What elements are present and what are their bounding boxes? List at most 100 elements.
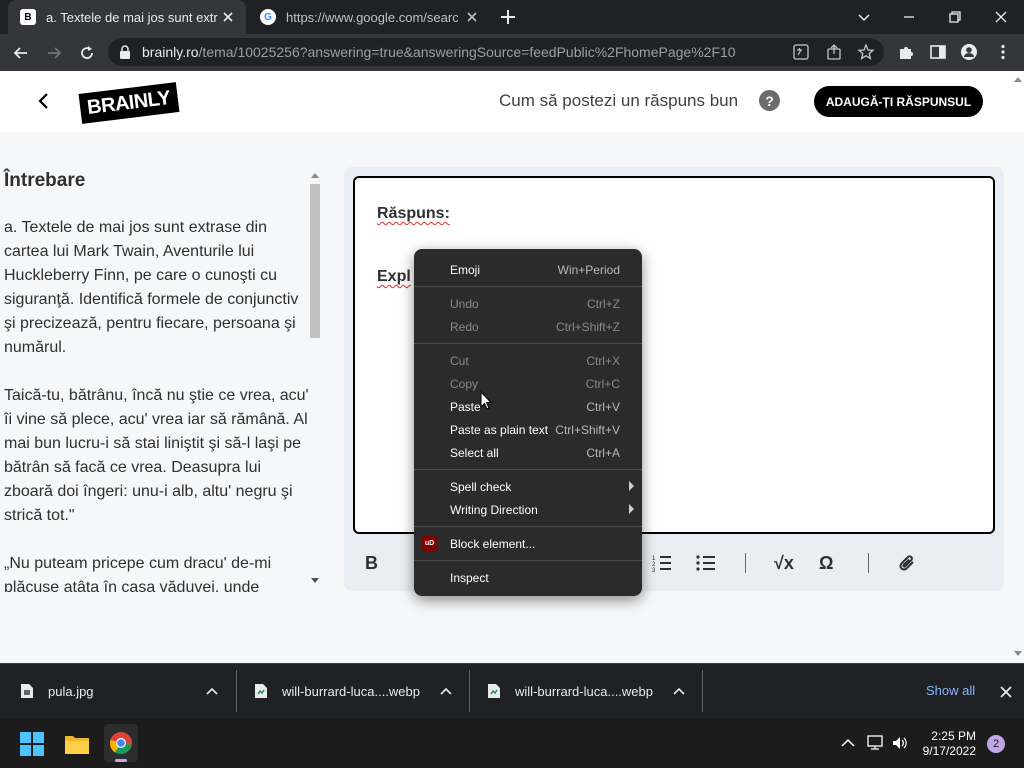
- download-divider: [236, 670, 237, 712]
- menu-item-paste-plain[interactable]: Paste as plain text Ctrl+Shift+V: [414, 419, 642, 441]
- help-icon[interactable]: ?: [759, 90, 780, 111]
- page-scrollbar[interactable]: [1012, 72, 1024, 663]
- menu-label: Block element...: [450, 537, 536, 551]
- close-downloads-icon[interactable]: [998, 684, 1014, 700]
- menu-item-writing-direction[interactable]: Writing Direction: [414, 499, 642, 521]
- reload-icon[interactable]: [77, 43, 97, 63]
- profile-icon[interactable]: [960, 43, 978, 61]
- download-divider: [469, 670, 470, 712]
- show-all-downloads-link[interactable]: Show all: [926, 683, 975, 698]
- windows-start-icon[interactable]: [20, 732, 44, 756]
- menu-item-emoji[interactable]: Emoji Win+Period: [414, 259, 642, 281]
- menu-shortcut: Ctrl+X: [586, 354, 620, 368]
- file-icon: [488, 684, 500, 698]
- notification-badge[interactable]: 2: [987, 735, 1005, 753]
- menu-item-inspect[interactable]: Inspect: [414, 567, 642, 589]
- system-clock[interactable]: 2:25 PM 9/17/2022: [920, 729, 976, 759]
- menu-label: Paste: [450, 400, 481, 414]
- close-tab-icon[interactable]: [220, 9, 236, 25]
- bold-button[interactable]: B: [365, 553, 378, 573]
- ublock-origin-icon: uD: [422, 536, 437, 551]
- tab-google[interactable]: G https://www.google.com/search?: [252, 0, 490, 34]
- side-panel-icon[interactable]: [929, 43, 947, 61]
- volume-icon[interactable]: [891, 734, 909, 752]
- share-icon[interactable]: [825, 43, 843, 61]
- bullet-list-icon[interactable]: [696, 554, 716, 572]
- attachment-icon[interactable]: [897, 553, 918, 574]
- tab-title: a. Textele de mai jos sunt extrase: [46, 9, 218, 25]
- menu-label: Emoji: [450, 263, 481, 277]
- back-icon[interactable]: [11, 43, 31, 63]
- download-filename: pula.jpg: [48, 683, 94, 699]
- close-tab-icon[interactable]: [464, 9, 480, 25]
- back-arrow-icon[interactable]: [35, 92, 53, 110]
- menu-shortcut: Ctrl+Shift+Z: [555, 320, 620, 334]
- menu-item-cut[interactable]: Cut Ctrl+X: [414, 350, 642, 372]
- ordered-list-icon[interactable]: 123: [652, 554, 672, 572]
- network-icon[interactable]: [866, 734, 884, 752]
- how-to-answer-link[interactable]: Cum să postezi un răspuns bun: [499, 91, 738, 111]
- menu-item-redo[interactable]: Redo Ctrl+Shift+Z: [414, 316, 642, 338]
- chevron-up-icon[interactable]: [841, 738, 855, 748]
- menu-divider: [414, 343, 642, 344]
- menu-item-spell-check[interactable]: Spell check: [414, 476, 642, 498]
- scroll-down-icon[interactable]: [311, 578, 319, 584]
- download-item[interactable]: will-burrard-luca....webp: [254, 663, 420, 719]
- brainly-favicon-icon: B: [20, 9, 36, 25]
- lock-icon[interactable]: [119, 45, 131, 59]
- more-menu-icon[interactable]: [994, 43, 1012, 61]
- add-answer-button[interactable]: ADAUGĂ-ȚI RĂSPUNSUL: [814, 86, 983, 117]
- explanation-label: Expl: [377, 268, 411, 285]
- menu-item-undo[interactable]: Undo Ctrl+Z: [414, 293, 642, 315]
- extensions-icon[interactable]: [897, 43, 915, 61]
- tab-search-chevron-icon[interactable]: [855, 8, 873, 26]
- page-scroll-down-icon[interactable]: [1014, 651, 1022, 657]
- question-scroll-thumb[interactable]: [310, 184, 320, 338]
- forward-icon[interactable]: [44, 43, 64, 63]
- menu-shortcut: Ctrl+C: [585, 377, 620, 391]
- question-panel[interactable]: a. Textele de mai jos sunt extrase din c…: [0, 160, 310, 592]
- chrome-taskbar-button[interactable]: [104, 724, 138, 762]
- menu-shortcut: Ctrl+Shift+V: [555, 423, 620, 437]
- page-scroll-up-icon[interactable]: [1014, 76, 1022, 82]
- question-quote-2: „Nu puteam pricepe cum dracu' de-mi plăc…: [4, 555, 272, 592]
- menu-item-paste[interactable]: Paste Ctrl+V: [414, 396, 642, 418]
- close-window-icon[interactable]: [992, 8, 1010, 26]
- tab-title: https://www.google.com/search?: [286, 9, 458, 25]
- submenu-arrow-icon: [629, 481, 634, 491]
- menu-divider: [414, 526, 642, 527]
- new-tab-icon[interactable]: [500, 9, 516, 25]
- math-button[interactable]: √x: [774, 553, 794, 573]
- answer-label: Răspuns:: [377, 205, 450, 222]
- url-path: /tema/10025256?answering=true&answeringS…: [198, 44, 736, 60]
- chrome-icon: [109, 732, 132, 755]
- chevron-up-icon[interactable]: [206, 686, 218, 696]
- google-favicon-icon: G: [260, 9, 276, 25]
- download-filename: will-burrard-luca....webp: [282, 683, 420, 699]
- menu-item-select-all[interactable]: Select all Ctrl+A: [414, 442, 642, 464]
- restore-icon[interactable]: [946, 8, 964, 26]
- chevron-up-icon[interactable]: [440, 686, 452, 696]
- question-quote: Taică-tu, bătrânu, încă nu ştie ce vrea,…: [4, 387, 309, 524]
- scroll-up-icon[interactable]: [311, 172, 319, 178]
- menu-divider: [414, 469, 642, 470]
- chevron-up-icon[interactable]: [673, 686, 685, 696]
- file-explorer-icon[interactable]: [64, 733, 90, 755]
- translate-icon[interactable]: [792, 43, 810, 61]
- menu-label: Paste as plain text: [450, 423, 549, 437]
- menu-item-block-element[interactable]: Block element...: [414, 533, 642, 555]
- menu-label: Redo: [450, 320, 479, 334]
- minimize-icon[interactable]: [900, 8, 918, 26]
- clock-date: 9/17/2022: [922, 744, 976, 758]
- download-item[interactable]: pula.jpg: [20, 663, 94, 719]
- svg-text:3: 3: [652, 568, 656, 572]
- bookmark-star-icon[interactable]: [857, 43, 875, 61]
- special-characters-button[interactable]: Ω: [819, 553, 833, 573]
- url-host: brainly.ro: [142, 44, 199, 60]
- tab-brainly[interactable]: B a. Textele de mai jos sunt extrase: [8, 0, 246, 34]
- download-item[interactable]: will-burrard-luca....webp: [487, 663, 653, 719]
- menu-label: Spell check: [450, 480, 512, 494]
- menu-divider: [414, 286, 642, 287]
- menu-item-copy[interactable]: Copy Ctrl+C: [414, 373, 642, 395]
- clock-time: 2:25 PM: [931, 729, 976, 743]
